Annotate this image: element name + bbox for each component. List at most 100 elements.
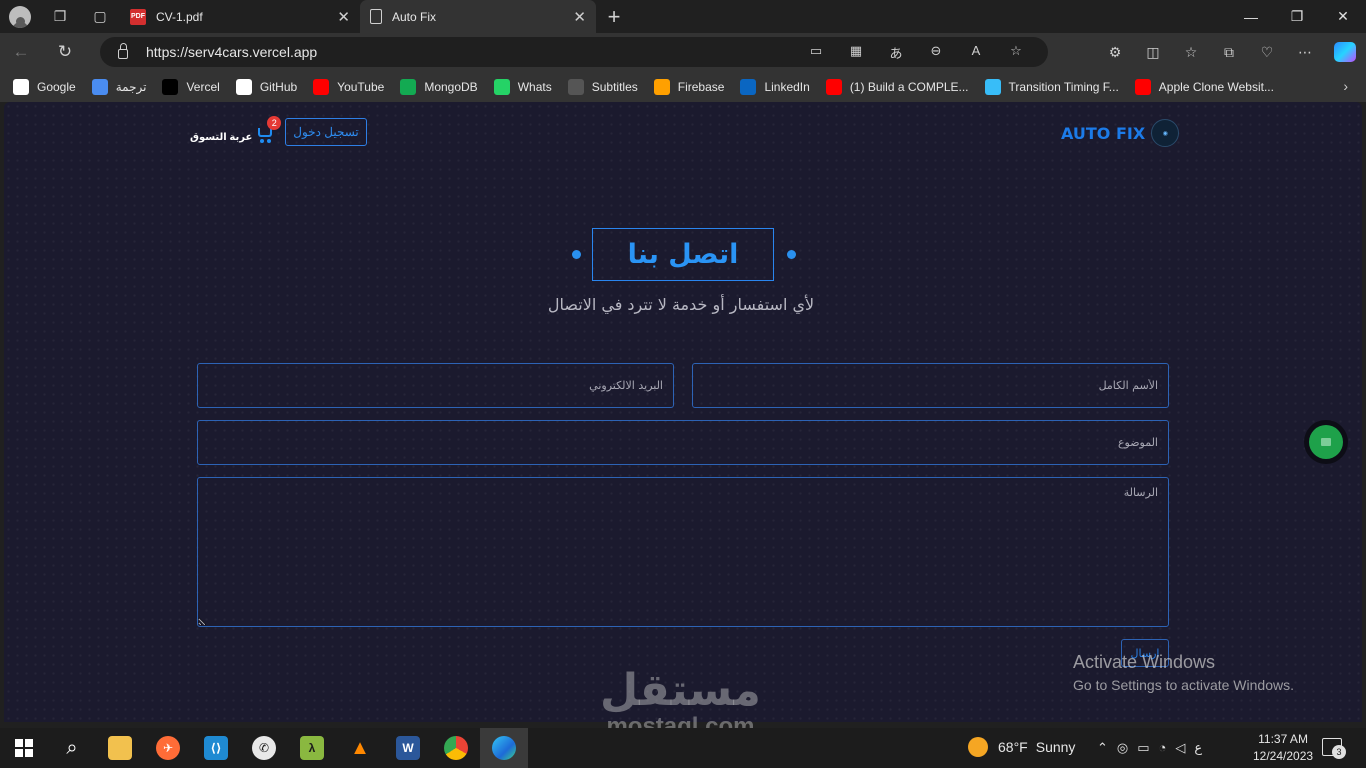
collections-icon[interactable]: ⧉ bbox=[1210, 44, 1248, 61]
file-explorer-button[interactable] bbox=[96, 728, 144, 768]
email-field[interactable] bbox=[197, 363, 674, 408]
cart-icon: 2 bbox=[255, 116, 282, 143]
whatsapp-icon: ✆ bbox=[252, 736, 276, 760]
vlc-button[interactable]: ▲ bbox=[336, 728, 384, 768]
new-tab-button[interactable]: + bbox=[596, 4, 632, 30]
meet-now-icon[interactable]: ◎ bbox=[1117, 740, 1128, 756]
bookmark-item[interactable]: Whats bbox=[493, 78, 552, 95]
postman-button[interactable]: ✈ bbox=[144, 728, 192, 768]
lock-icon bbox=[118, 43, 128, 59]
mongodb-icon bbox=[400, 78, 417, 95]
weather-text: Sunny bbox=[1035, 739, 1076, 755]
bookmark-item[interactable]: (1) Build a COMPLE... bbox=[825, 78, 969, 95]
weather-widget[interactable]: 68°F Sunny bbox=[968, 737, 1075, 757]
full-name-field[interactable] bbox=[692, 363, 1169, 408]
linkedin-icon bbox=[740, 78, 757, 95]
chevron-up-icon[interactable]: ⌃ bbox=[1097, 740, 1108, 756]
message-field[interactable] bbox=[197, 477, 1169, 627]
cast-icon[interactable]: ▭ bbox=[796, 43, 836, 62]
chrome-button[interactable] bbox=[432, 728, 480, 768]
bookmark-item[interactable]: GitHub bbox=[235, 78, 298, 95]
cart-count-badge: 2 bbox=[267, 116, 282, 130]
tab-title: Auto Fix bbox=[392, 9, 437, 24]
clock-time: 11:37 AM bbox=[1258, 732, 1308, 746]
read-aloud-icon[interactable]: A bbox=[956, 43, 996, 62]
browser-tab-bar: ❐ ▢ PDF CV-1.pdf ✕ Auto Fix ✕ + — ❐ ✕ bbox=[0, 0, 1366, 33]
chrome-icon bbox=[444, 736, 468, 760]
apps-icon[interactable]: ▦ bbox=[836, 43, 876, 62]
refresh-button[interactable]: ↻ bbox=[44, 33, 86, 71]
zoom-icon[interactable]: ⊖ bbox=[916, 43, 956, 62]
address-bar[interactable]: https://serv4cars.vercel.app ▭ ▦ あ ⊖ A ☆ bbox=[100, 37, 1048, 67]
translate-icon[interactable]: あ bbox=[876, 43, 916, 62]
bookmark-item[interactable]: LinkedIn bbox=[740, 78, 810, 95]
restore-icon[interactable]: ❐ bbox=[1274, 0, 1320, 33]
url-text[interactable]: https://serv4cars.vercel.app bbox=[146, 44, 317, 60]
shopping-cart[interactable]: عربة التسوق 2 bbox=[190, 116, 282, 143]
copilot-icon[interactable] bbox=[1334, 42, 1356, 62]
browser-toolbar: ← ↻ https://serv4cars.vercel.app ▭ ▦ あ ⊖… bbox=[0, 33, 1366, 71]
bookmarks-more-icon[interactable]: › bbox=[1343, 78, 1348, 94]
word-button[interactable]: W bbox=[384, 728, 432, 768]
window-controls: — ❐ ✕ bbox=[1228, 0, 1366, 33]
bookmark-item[interactable]: MongoDB bbox=[400, 78, 478, 95]
battery-icon[interactable]: ▭ bbox=[1137, 740, 1149, 756]
bookmark-item[interactable]: ترجمة bbox=[91, 78, 147, 95]
whatsapp-button[interactable]: ✆ bbox=[240, 728, 288, 768]
lambda-icon: λ bbox=[300, 736, 324, 760]
edge-icon bbox=[492, 736, 516, 760]
bookmark-label: ترجمة bbox=[115, 79, 147, 94]
split-screen-icon[interactable]: ◫ bbox=[1134, 44, 1172, 61]
profile-avatar[interactable] bbox=[0, 0, 40, 33]
word-icon: W bbox=[396, 736, 420, 760]
edge-button[interactable] bbox=[480, 728, 528, 768]
language-indicator[interactable]: ع bbox=[1194, 740, 1202, 756]
vercel-icon bbox=[162, 78, 179, 95]
tab-actions-icon[interactable]: ▢ bbox=[80, 0, 120, 33]
lambda-app-button[interactable]: λ bbox=[288, 728, 336, 768]
chat-widget-button[interactable] bbox=[1304, 420, 1348, 464]
bookmark-label: Apple Clone Websit... bbox=[1158, 79, 1274, 94]
bookmark-item[interactable]: Apple Clone Websit... bbox=[1134, 78, 1274, 95]
tab-close-icon[interactable]: ✕ bbox=[337, 8, 350, 26]
bookmark-item[interactable]: Google bbox=[13, 78, 76, 95]
whatsapp-icon bbox=[493, 78, 510, 95]
tab-close-icon[interactable]: ✕ bbox=[573, 8, 586, 26]
windows-taskbar: ⌕ ✈ ⟨⟩ ✆ λ ▲ W 68°F Sunny ⌃ ◎ ▭ ◔ ◁ ع 11… bbox=[0, 728, 1366, 768]
more-menu-icon[interactable]: ⋯ bbox=[1286, 44, 1324, 61]
back-button[interactable]: ← bbox=[0, 33, 42, 71]
bookmark-item[interactable]: Vercel bbox=[162, 78, 220, 95]
bookmark-item[interactable]: YouTube bbox=[313, 78, 384, 95]
youtube-icon bbox=[313, 78, 330, 95]
bookmark-item[interactable]: Transition Timing F... bbox=[984, 78, 1119, 95]
favorites-icon[interactable]: ☆ bbox=[1172, 44, 1210, 61]
bookmark-item[interactable]: Firebase bbox=[653, 78, 724, 95]
tab-auto-fix[interactable]: Auto Fix ✕ bbox=[360, 0, 596, 33]
page-subtitle: لأي استفسار أو خدمة لا تترد في الاتصال bbox=[4, 295, 1362, 314]
vscode-button[interactable]: ⟨⟩ bbox=[192, 728, 240, 768]
extensions-icon[interactable]: ⚙ bbox=[1096, 44, 1134, 61]
close-icon[interactable]: ✕ bbox=[1320, 0, 1366, 33]
volume-icon[interactable]: ◁ bbox=[1175, 740, 1185, 756]
workspaces-icon[interactable]: ❐ bbox=[40, 0, 80, 33]
taskbar-clock[interactable]: 11:37 AM 12/24/2023 bbox=[1253, 731, 1313, 765]
youtube-icon bbox=[825, 78, 842, 95]
bookmark-label: (1) Build a COMPLE... bbox=[849, 79, 969, 94]
minimize-icon[interactable]: — bbox=[1228, 0, 1274, 33]
browser-essentials-icon[interactable]: ♡ bbox=[1248, 44, 1286, 61]
search-button[interactable]: ⌕ bbox=[48, 728, 96, 768]
tab-cv-pdf[interactable]: PDF CV-1.pdf ✕ bbox=[120, 0, 360, 33]
favorite-star-icon[interactable]: ☆ bbox=[996, 43, 1036, 62]
bookmark-label: GitHub bbox=[259, 79, 298, 94]
login-button[interactable]: تسجيل دخول bbox=[285, 118, 367, 146]
wifi-icon[interactable]: ◔ bbox=[1159, 740, 1167, 756]
postman-icon: ✈ bbox=[156, 736, 180, 760]
bookmark-item[interactable]: Subtitles bbox=[567, 78, 638, 95]
subject-field[interactable] bbox=[197, 420, 1169, 465]
youtube-icon bbox=[1134, 78, 1151, 95]
site-logo[interactable]: AUTO FIX ◉ bbox=[1061, 119, 1180, 147]
address-bar-actions: ▭ ▦ あ ⊖ A ☆ bbox=[796, 43, 1036, 62]
clock-date: 12/24/2023 bbox=[1253, 749, 1314, 763]
start-button[interactable] bbox=[0, 728, 48, 768]
notification-count-badge: 3 bbox=[1332, 745, 1346, 759]
